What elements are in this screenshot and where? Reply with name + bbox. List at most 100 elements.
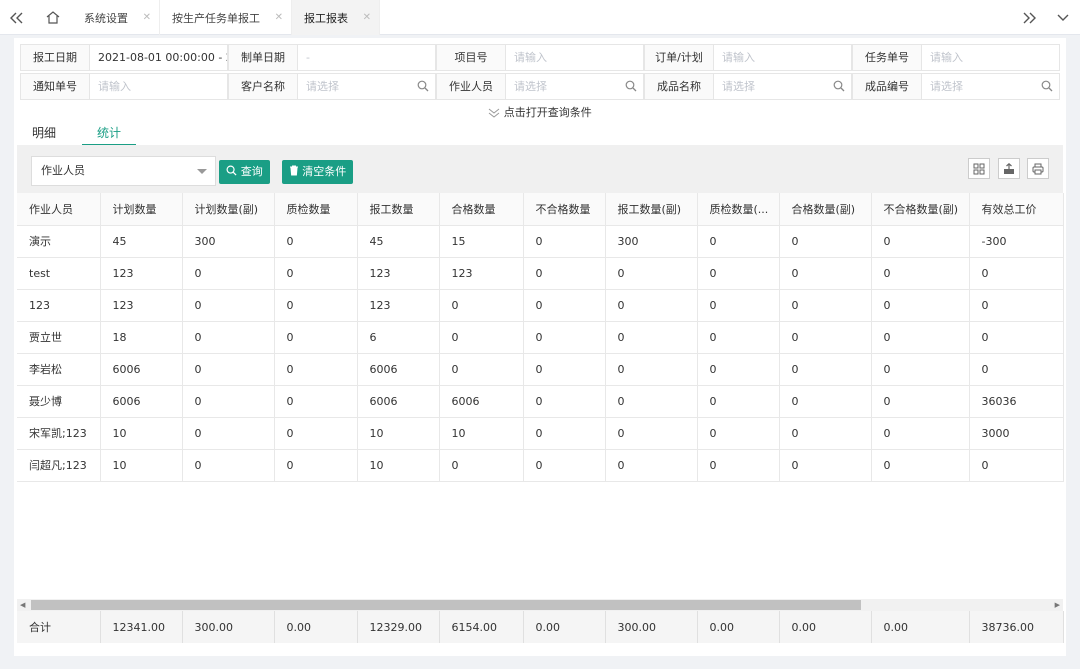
table-cell: 10	[357, 449, 440, 482]
table-header-row: 作业人员 计划数量 计划数量(副) 质检数量 报工数量 合格数量 不合格数量 报工数量(副) 质…	[17, 193, 1064, 226]
order-plan-input[interactable]: 请输入	[714, 45, 851, 70]
table-row[interactable]: 演示 45 300 0 45 15 0 300 0 0 0 -300	[17, 225, 1064, 258]
column-header[interactable]: 合格数量	[439, 193, 524, 226]
export-icon	[1004, 162, 1014, 174]
column-header[interactable]: 计划数量(副)	[182, 193, 275, 226]
total-cell: 6154.00	[439, 611, 524, 643]
tab-detail[interactable]: 明细	[16, 122, 72, 146]
table-cell: 0	[182, 289, 275, 322]
statistics-table: 作业人员 计划数量 计划数量(副) 质检数量 报工数量 合格数量 不合格数量 报工数量(副) 质…	[17, 193, 1064, 482]
table-cell: 0	[697, 353, 780, 386]
create-date-input[interactable]: -	[298, 45, 435, 70]
filter-label: 成品名称	[645, 74, 714, 99]
table-cell: -300	[969, 225, 1064, 258]
project-no-filter: 项目号 请输入	[436, 44, 644, 71]
order-plan-filter: 订单/计划 请输入	[644, 44, 852, 71]
search-icon[interactable]	[833, 80, 845, 92]
table-cell: 0	[274, 321, 358, 354]
table-cell: 宋军凯;123	[17, 417, 101, 450]
table-cell: 123	[17, 289, 101, 322]
table-cell: 10	[439, 417, 524, 450]
table-cell: 0	[523, 257, 606, 290]
column-header[interactable]: 不合格数量(副)	[871, 193, 970, 226]
table-cell: 0	[697, 385, 780, 418]
close-icon[interactable]: ✕	[143, 12, 151, 23]
table-cell: 0	[182, 385, 275, 418]
query-button[interactable]: 查询	[219, 160, 270, 184]
chevron-down-icon[interactable]	[1046, 0, 1080, 35]
print-button[interactable]	[1027, 158, 1049, 179]
column-header[interactable]: 合格数量(副)	[779, 193, 872, 226]
printer-icon	[1032, 163, 1044, 174]
total-cell: 0.00	[274, 611, 358, 643]
close-icon[interactable]: ✕	[363, 12, 371, 23]
group-by-select[interactable]: 作业人员	[31, 156, 216, 186]
total-cell: 合计	[17, 611, 101, 643]
filter-label: 任务单号	[853, 45, 922, 70]
table-cell: 15	[439, 225, 524, 258]
search-icon	[226, 165, 237, 176]
tab-label: 报工报表	[304, 11, 348, 25]
search-icon[interactable]	[1041, 80, 1053, 92]
clear-conditions-button[interactable]: 清空条件	[282, 160, 353, 184]
task-no-filter: 任务单号 请输入	[852, 44, 1060, 71]
table-cell: 0	[182, 353, 275, 386]
double-chevron-down-icon	[488, 108, 500, 118]
column-header[interactable]: 计划数量	[100, 193, 183, 226]
table-row[interactable]: 宋军凯;123 10 0 0 10 10 0 0 0 0 0 3000	[17, 417, 1064, 450]
column-header[interactable]: 作业人员	[17, 193, 101, 226]
total-cell: 300.00	[605, 611, 698, 643]
column-settings-button[interactable]	[968, 158, 990, 179]
filter-label: 项目号	[437, 45, 506, 70]
total-cell: 12341.00	[100, 611, 183, 643]
totals-row: 合计 12341.00 300.00 0.00 12329.00 6154.00 0.00 3…	[17, 611, 1064, 643]
task-no-input[interactable]: 请输入	[922, 45, 1059, 70]
table-cell: 演示	[17, 225, 101, 258]
double-right-icon[interactable]	[1012, 0, 1046, 35]
tab-work-report[interactable]: 报工报表 ✕	[292, 0, 380, 35]
table-cell: 0	[697, 417, 780, 450]
scroll-right-icon[interactable]: ▶	[1055, 601, 1060, 609]
table-cell: 0	[439, 449, 524, 482]
table-cell: 0	[523, 353, 606, 386]
column-header[interactable]: 报工数量	[357, 193, 440, 226]
table-row[interactable]: test 123 0 0 123 123 0 0 0 0 0 0	[17, 257, 1064, 290]
tab-system-settings[interactable]: 系统设置 ✕	[72, 0, 160, 35]
tab-task-report[interactable]: 按生产任务单报工 ✕	[160, 0, 292, 35]
column-header[interactable]: 质检数量(...	[697, 193, 780, 226]
close-icon[interactable]: ✕	[275, 12, 283, 23]
column-header[interactable]: 有效总工价	[969, 193, 1064, 226]
column-header[interactable]: 质检数量	[274, 193, 358, 226]
operator-filter: 作业人员 请选择	[436, 73, 644, 100]
scroll-left-icon[interactable]: ◀	[20, 601, 25, 609]
filter-label: 通知单号	[21, 74, 90, 99]
product-name-select[interactable]: 请选择	[714, 74, 824, 99]
table-row[interactable]: 123 123 0 0 123 0 0 0 0 0 0 0	[17, 289, 1064, 322]
search-icon[interactable]	[625, 80, 637, 92]
report-date-input[interactable]: 2021-08-01 00:00:00 - 20	[90, 45, 227, 70]
horizontal-scrollbar[interactable]: ◀ ▶	[17, 599, 1063, 611]
table-cell: 0	[274, 385, 358, 418]
project-no-input[interactable]: 请输入	[506, 45, 643, 70]
scrollbar-thumb[interactable]	[31, 600, 861, 610]
product-no-select[interactable]: 请选择	[922, 74, 1032, 99]
operator-select[interactable]: 请选择	[506, 74, 616, 99]
table-row[interactable]: 贾立世 18 0 0 6 0 0 0 0 0 0 0	[17, 321, 1064, 354]
report-date-filter: 报工日期 2021-08-01 00:00:00 - 20	[20, 44, 228, 71]
export-button[interactable]	[998, 158, 1020, 179]
table-row[interactable]: 李岩松 6006 0 0 6006 0 0 0 0 0 0 0	[17, 353, 1064, 386]
expand-query-toggle[interactable]: 点击打开查询条件	[14, 104, 1066, 120]
column-header[interactable]: 不合格数量	[523, 193, 606, 226]
table-cell: 李岩松	[17, 353, 101, 386]
table-cell: 10	[100, 417, 183, 450]
search-icon[interactable]	[417, 80, 429, 92]
notice-no-input[interactable]: 请输入	[90, 74, 227, 99]
table-row[interactable]: 闫超凡;123 10 0 0 10 0 0 0 0 0 0 0	[17, 449, 1064, 482]
column-header[interactable]: 报工数量(副)	[605, 193, 698, 226]
customer-select[interactable]: 请选择	[298, 74, 408, 99]
home-icon[interactable]	[36, 0, 70, 35]
table-cell: 0	[697, 257, 780, 290]
double-left-icon[interactable]	[0, 0, 34, 35]
tab-statistics[interactable]: 统计	[82, 122, 136, 146]
table-row[interactable]: 聂少博 6006 0 0 6006 6006 0 0 0 0 0 36036	[17, 385, 1064, 418]
